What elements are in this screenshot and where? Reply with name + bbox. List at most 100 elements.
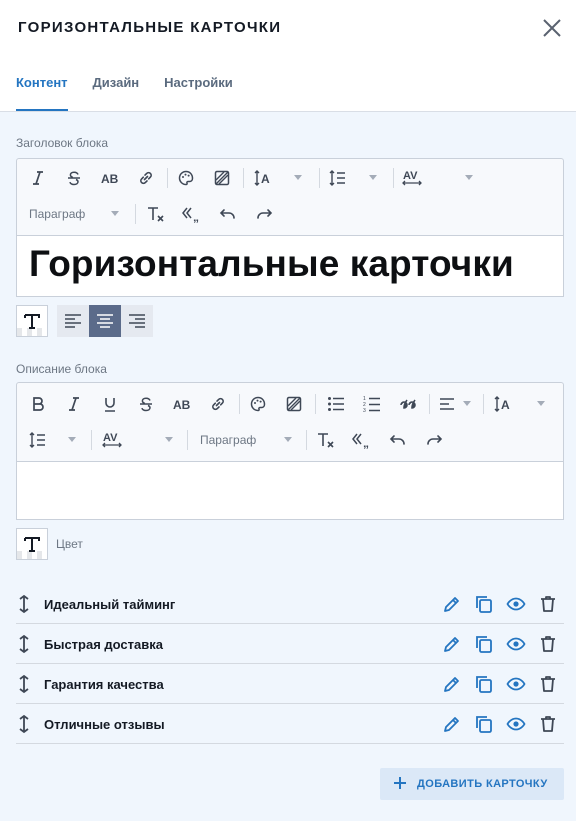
palette-icon[interactable] [171, 160, 201, 196]
description-editor-area[interactable] [16, 461, 564, 520]
trash-icon[interactable] [538, 714, 558, 734]
italic-icon[interactable] [59, 386, 89, 422]
paragraph-select-value: Параграф [29, 207, 86, 221]
svg-text:„: „ [193, 210, 199, 223]
strikethrough-icon[interactable] [131, 386, 161, 422]
heading-text[interactable]: Горизонтальные карточки [29, 243, 514, 285]
list-item: Отличные отзывы [16, 704, 564, 744]
letter-spacing-icon[interactable]: AV [397, 160, 427, 196]
tab-bar: Контент Дизайн Настройки [16, 74, 258, 111]
list-item: Идеальный тайминг [16, 584, 564, 624]
card-name: Гарантия качества [44, 677, 164, 692]
chevron-down-icon [294, 175, 302, 180]
tab-settings[interactable]: Настройки [164, 74, 233, 111]
chevron-down-icon [68, 437, 76, 442]
card-list: Идеальный тайминг Быстрая доставка Гаран… [16, 584, 564, 744]
letter-spacing-icon[interactable]: AV [97, 422, 127, 458]
numbered-list-icon[interactable]: 123 [357, 386, 387, 422]
text-align-icon[interactable] [435, 386, 459, 422]
chevron-down-icon [165, 437, 173, 442]
italic-icon[interactable] [23, 160, 53, 196]
trash-icon[interactable] [538, 594, 558, 614]
tab-content[interactable]: Контент [16, 74, 68, 111]
align-right-button[interactable] [121, 305, 153, 337]
undo-icon[interactable] [213, 196, 243, 232]
redo-icon[interactable] [419, 422, 449, 458]
panel-header: ГОРИЗОНТАЛЬНЫЕ КАРТОЧКИ Контент Дизайн Н… [0, 0, 576, 112]
link-icon[interactable] [131, 160, 161, 196]
uppercase-icon[interactable]: AB [167, 386, 197, 422]
eye-icon[interactable] [506, 594, 526, 614]
bullet-list-icon[interactable] [321, 386, 351, 422]
chevron-down-icon [465, 175, 473, 180]
quotes-icon[interactable]: „ [347, 422, 377, 458]
trash-icon[interactable] [538, 634, 558, 654]
edit-icon[interactable] [442, 714, 462, 734]
blockquote-icon[interactable] [393, 386, 423, 422]
align-left-button[interactable] [57, 305, 89, 337]
copy-icon[interactable] [474, 634, 494, 654]
chevron-down-icon [111, 211, 119, 216]
line-height-icon[interactable] [323, 160, 353, 196]
chevron-down-icon [284, 437, 292, 442]
drag-handle-icon[interactable] [16, 594, 32, 614]
paragraph-select[interactable]: Параграф [29, 196, 119, 232]
list-item: Гарантия качества [16, 664, 564, 704]
link-icon[interactable] [203, 386, 233, 422]
list-item: Быстрая доставка [16, 624, 564, 664]
edit-icon[interactable] [442, 674, 462, 694]
drag-handle-icon[interactable] [16, 714, 32, 734]
clear-format-icon[interactable] [311, 422, 341, 458]
color-label: Цвет [56, 537, 83, 551]
svg-text:A: A [261, 172, 270, 186]
description-toolbar: AB 123 A AV Параграф „ [16, 382, 564, 461]
card-name: Быстрая доставка [44, 637, 163, 652]
svg-text:„: „ [363, 436, 369, 449]
svg-text:AV: AV [103, 432, 118, 444]
quotes-icon[interactable]: „ [177, 196, 207, 232]
description-text[interactable] [17, 462, 563, 482]
heading-color-swatch[interactable] [16, 305, 48, 337]
redo-icon[interactable] [249, 196, 279, 232]
strikethrough-icon[interactable] [59, 160, 89, 196]
trash-icon[interactable] [538, 674, 558, 694]
line-height-icon[interactable] [23, 422, 53, 458]
font-size-icon[interactable]: A [489, 386, 519, 422]
align-center-button[interactable] [89, 305, 121, 337]
edit-icon[interactable] [442, 594, 462, 614]
panel-title: ГОРИЗОНТАЛЬНЫЕ КАРТОЧКИ [18, 19, 282, 36]
copy-icon[interactable] [474, 594, 494, 614]
bold-icon[interactable] [23, 386, 53, 422]
close-icon[interactable] [540, 16, 564, 40]
edit-icon[interactable] [442, 634, 462, 654]
highlight-icon[interactable] [207, 160, 237, 196]
eye-icon[interactable] [506, 634, 526, 654]
uppercase-icon[interactable]: AB [95, 160, 125, 196]
svg-text:A: A [501, 398, 510, 412]
clear-format-icon[interactable] [141, 196, 171, 232]
copy-icon[interactable] [474, 714, 494, 734]
svg-text:AB: AB [173, 398, 191, 410]
chevron-down-icon [537, 401, 545, 406]
paragraph-select[interactable]: Параграф [200, 422, 290, 458]
tab-design[interactable]: Дизайн [93, 74, 140, 111]
description-color-swatch[interactable] [16, 528, 48, 560]
copy-icon[interactable] [474, 674, 494, 694]
highlight-icon[interactable] [279, 386, 309, 422]
chevron-down-icon [463, 401, 471, 406]
svg-text:AV: AV [403, 170, 418, 182]
eye-icon[interactable] [506, 714, 526, 734]
chevron-down-icon [369, 175, 377, 180]
heading-editor-area[interactable]: Горизонтальные карточки [16, 235, 564, 297]
add-card-label: ДОБАВИТЬ КАРТОЧКУ [417, 778, 548, 790]
add-card-button[interactable]: ДОБАВИТЬ КАРТОЧКУ [380, 768, 564, 800]
drag-handle-icon[interactable] [16, 634, 32, 654]
underline-icon[interactable] [95, 386, 125, 422]
eye-icon[interactable] [506, 674, 526, 694]
plus-icon [394, 777, 406, 789]
palette-icon[interactable] [243, 386, 273, 422]
card-name: Отличные отзывы [44, 717, 165, 732]
drag-handle-icon[interactable] [16, 674, 32, 694]
undo-icon[interactable] [383, 422, 413, 458]
font-size-icon[interactable]: A [249, 160, 279, 196]
